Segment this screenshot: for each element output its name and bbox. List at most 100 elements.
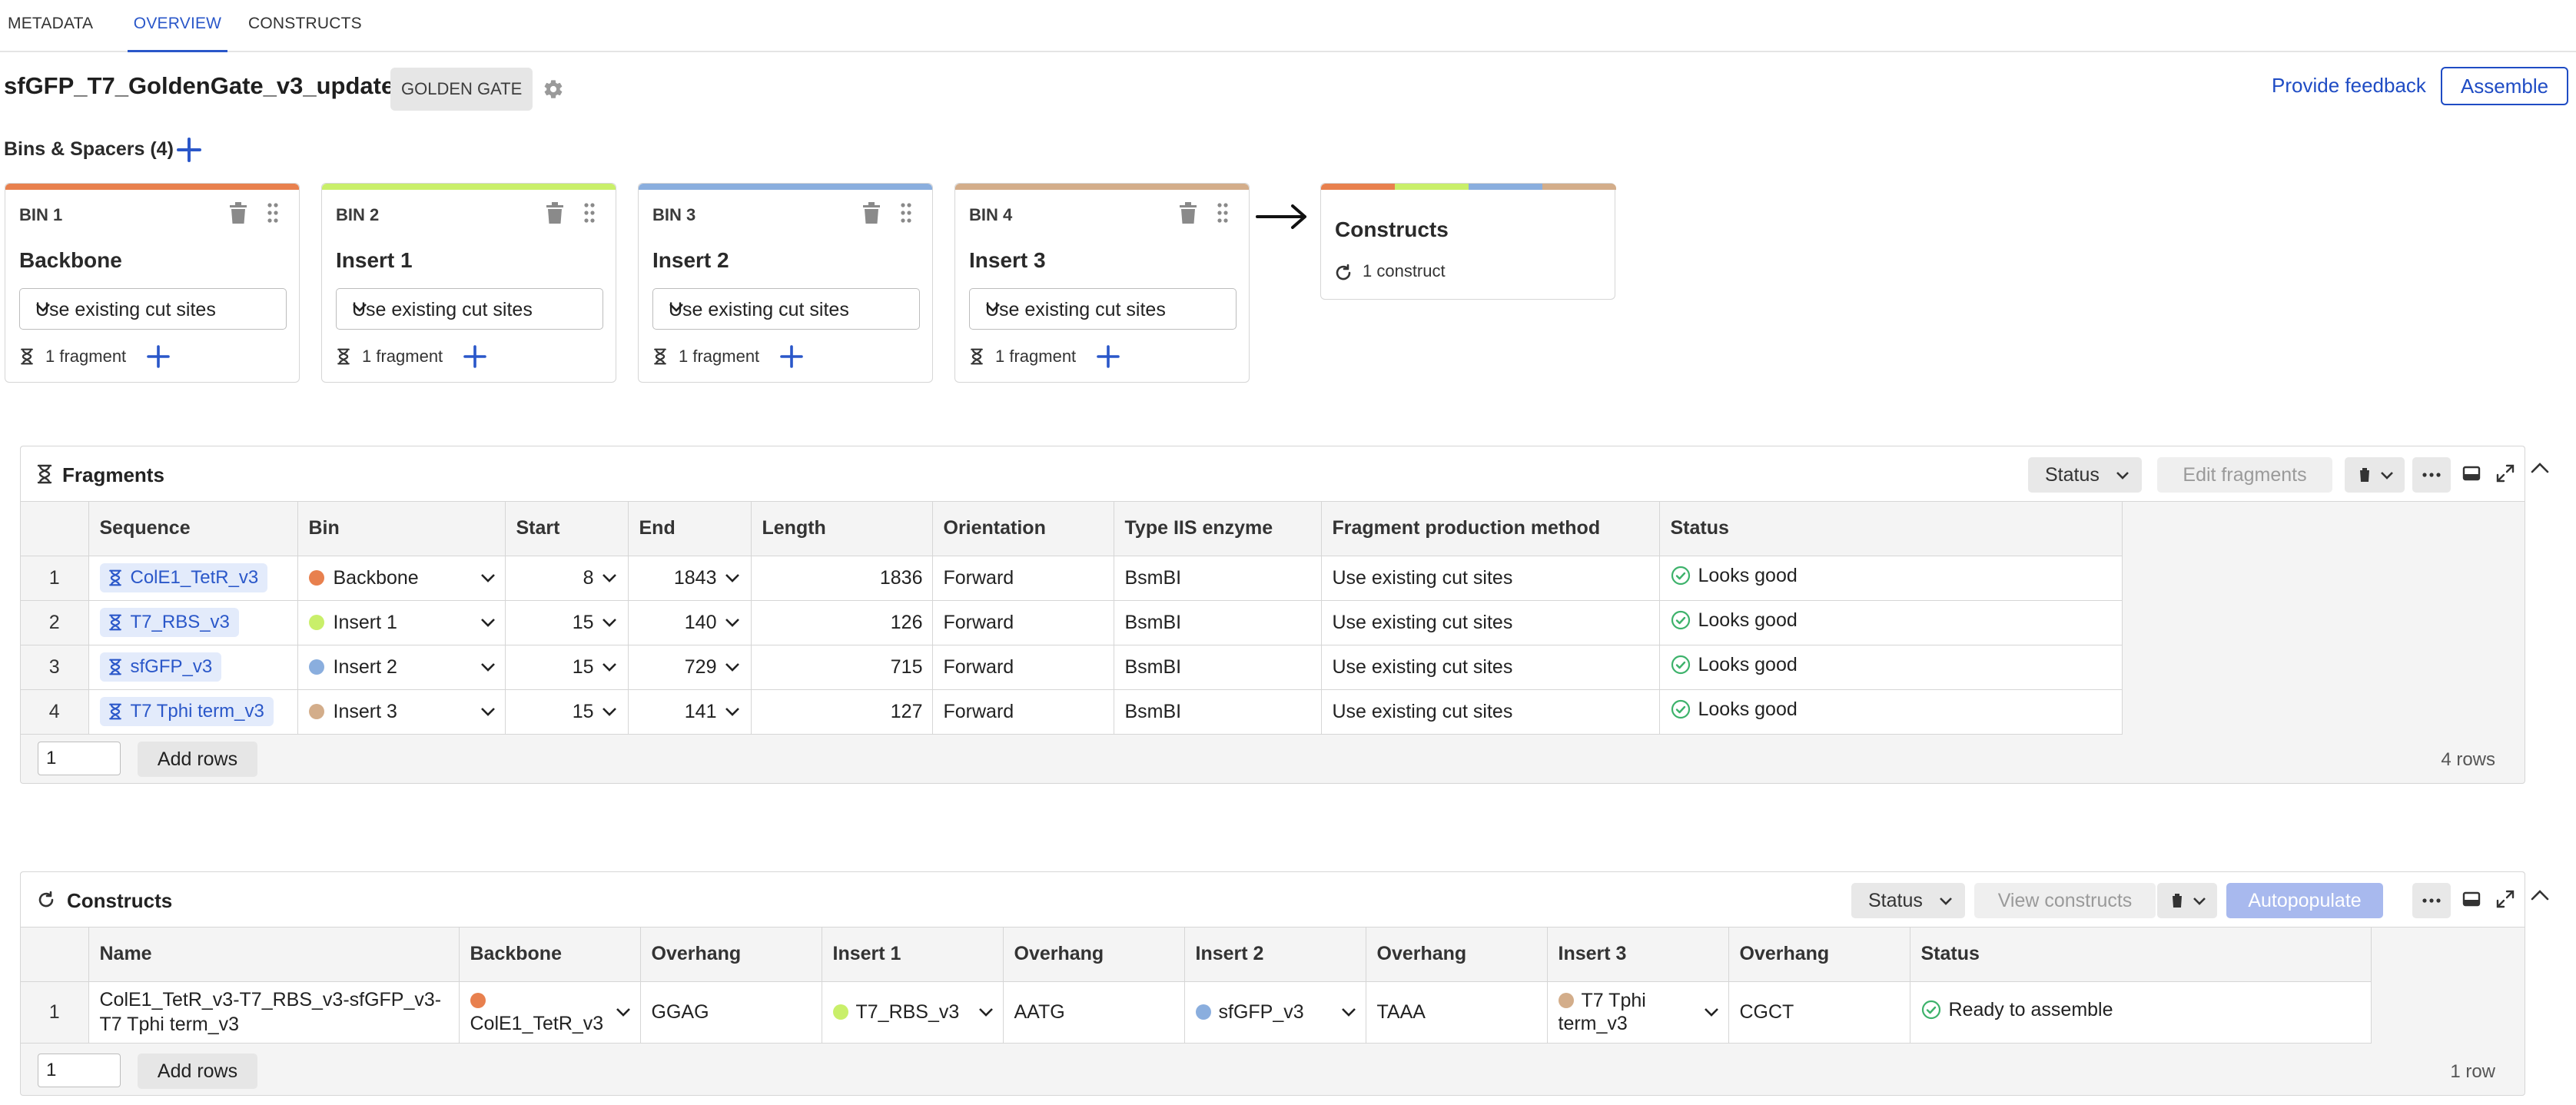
insert3-cell[interactable]: T7 Tphi term_v3: [1547, 981, 1729, 1044]
start-cell[interactable]: 15: [505, 600, 629, 645]
sequence-cell[interactable]: T7 Tphi term_v3: [88, 689, 298, 735]
fragments-status-button[interactable]: Status: [2028, 457, 2142, 493]
trash-icon[interactable]: [228, 202, 248, 225]
start-cell[interactable]: 15: [505, 689, 629, 735]
constructs-rows-input[interactable]: 1: [38, 1054, 121, 1087]
bin-card[interactable]: BIN 4 Insert 3 Use existing cut sites 1 …: [954, 183, 1250, 383]
bin-method-select[interactable]: Use existing cut sites: [19, 288, 287, 330]
trash-icon[interactable]: [1178, 202, 1198, 225]
column-header[interactable]: Sequence: [88, 502, 298, 556]
construct-name-cell[interactable]: ColE1_TetR_v3-T7_RBS_v3-sfGFP_v3-T7 Tphi…: [88, 981, 460, 1044]
column-header[interactable]: Fragment production method: [1321, 502, 1660, 556]
sequence-chip[interactable]: ColE1_TetR_v3: [99, 563, 268, 592]
orientation-cell[interactable]: Forward: [932, 689, 1114, 735]
dock-panel-icon[interactable]: [2461, 889, 2481, 909]
bin-cell[interactable]: Insert 1: [297, 600, 506, 645]
enzyme-cell[interactable]: BsmBI: [1114, 556, 1322, 601]
tab-metadata[interactable]: METADATA: [8, 0, 93, 52]
method-cell[interactable]: Use existing cut sites: [1321, 600, 1660, 645]
bin-card[interactable]: BIN 3 Insert 2 Use existing cut sites 1 …: [638, 183, 933, 383]
sequence-chip[interactable]: T7_RBS_v3: [99, 608, 239, 637]
sequence-chip[interactable]: sfGFP_v3: [99, 652, 222, 682]
column-header[interactable]: Status: [1910, 927, 2372, 982]
column-header[interactable]: End: [628, 502, 752, 556]
bin-method-select[interactable]: Use existing cut sites: [652, 288, 920, 330]
fragments-add-rows-button[interactable]: Add rows: [138, 742, 257, 777]
collapse-constructs-icon[interactable]: [2530, 888, 2550, 902]
column-header[interactable]: Status: [1659, 502, 2123, 556]
column-header[interactable]: Overhang: [1003, 927, 1185, 982]
gear-icon[interactable]: [543, 78, 564, 100]
column-header[interactable]: Overhang: [1728, 927, 1910, 982]
end-cell[interactable]: 729: [628, 645, 752, 690]
table-row[interactable]: 2 T7_RBS_v3 Insert 1 15 140 126 Forward …: [21, 600, 2123, 645]
sequence-cell[interactable]: sfGFP_v3: [88, 645, 298, 690]
start-cell[interactable]: 8: [505, 556, 629, 601]
constructs-status-button[interactable]: Status: [1851, 883, 1965, 918]
dock-panel-icon[interactable]: [2461, 463, 2481, 483]
trash-icon[interactable]: [861, 202, 881, 225]
constructs-more-button[interactable]: [2412, 883, 2451, 918]
constructs-add-rows-button[interactable]: Add rows: [138, 1054, 257, 1089]
drag-handle-icon[interactable]: [900, 202, 912, 224]
enzyme-cell[interactable]: BsmBI: [1114, 645, 1322, 690]
bin-card[interactable]: BIN 1 Backbone Use existing cut sites 1 …: [5, 183, 300, 383]
add-fragment-icon[interactable]: [462, 343, 488, 370]
insert1-cell[interactable]: T7_RBS_v3: [822, 981, 1004, 1044]
enzyme-cell[interactable]: BsmBI: [1114, 600, 1322, 645]
bin-cell[interactable]: Insert 2: [297, 645, 506, 690]
collapse-fragments-icon[interactable]: [2530, 461, 2550, 475]
end-cell[interactable]: 141: [628, 689, 752, 735]
bin-method-select[interactable]: Use existing cut sites: [336, 288, 603, 330]
column-header[interactable]: [21, 927, 89, 982]
bin-card[interactable]: BIN 2 Insert 1 Use existing cut sites 1 …: [321, 183, 616, 383]
expand-icon[interactable]: [2495, 463, 2515, 483]
add-fragment-icon[interactable]: [1095, 343, 1121, 370]
table-row[interactable]: 1 ColE1_TetR_v3-T7_RBS_v3-sfGFP_v3-T7 Tp…: [21, 981, 2372, 1044]
assemble-button[interactable]: Assemble: [2441, 67, 2568, 105]
end-cell[interactable]: 1843: [628, 556, 752, 601]
column-header[interactable]: Backbone: [459, 927, 641, 982]
backbone-cell[interactable]: ColE1_TetR_v3: [459, 981, 641, 1044]
constructs-card[interactable]: Constructs 1 construct: [1320, 183, 1616, 300]
autopopulate-button[interactable]: Autopopulate: [2226, 883, 2383, 918]
insert2-cell[interactable]: sfGFP_v3: [1184, 981, 1366, 1044]
column-header[interactable]: Orientation: [932, 502, 1114, 556]
enzyme-cell[interactable]: BsmBI: [1114, 689, 1322, 735]
column-header[interactable]: Bin: [297, 502, 506, 556]
constructs-delete-menu-button[interactable]: [2157, 883, 2217, 918]
column-header[interactable]: Overhang: [1366, 927, 1548, 982]
sequence-cell[interactable]: T7_RBS_v3: [88, 600, 298, 645]
table-row[interactable]: 4 T7 Tphi term_v3 Insert 3 15 141 127 Fo…: [21, 689, 2123, 735]
table-row[interactable]: 3 sfGFP_v3 Insert 2 15 729 715 Forward B…: [21, 645, 2123, 690]
sequence-chip[interactable]: T7 Tphi term_v3: [99, 697, 274, 726]
fragments-rows-input[interactable]: 1: [38, 742, 121, 775]
bin-method-select[interactable]: Use existing cut sites: [969, 288, 1237, 330]
sequence-cell[interactable]: ColE1_TetR_v3: [88, 556, 298, 601]
column-header[interactable]: Insert 3: [1547, 927, 1729, 982]
column-header[interactable]: Start: [505, 502, 629, 556]
trash-icon[interactable]: [545, 202, 565, 225]
add-fragment-icon[interactable]: [145, 343, 171, 370]
fragments-more-button[interactable]: [2412, 457, 2451, 493]
start-cell[interactable]: 15: [505, 645, 629, 690]
drag-handle-icon[interactable]: [583, 202, 596, 224]
column-header[interactable]: Insert 2: [1184, 927, 1366, 982]
method-cell[interactable]: Use existing cut sites: [1321, 645, 1660, 690]
column-header[interactable]: Overhang: [640, 927, 822, 982]
method-cell[interactable]: Use existing cut sites: [1321, 689, 1660, 735]
column-header[interactable]: [21, 502, 89, 556]
method-cell[interactable]: Use existing cut sites: [1321, 556, 1660, 601]
column-header[interactable]: Insert 1: [822, 927, 1004, 982]
expand-icon[interactable]: [2495, 889, 2515, 909]
tab-overview[interactable]: OVERVIEW: [128, 0, 227, 52]
orientation-cell[interactable]: Forward: [932, 600, 1114, 645]
add-bin-icon[interactable]: [174, 134, 204, 165]
column-header[interactable]: Length: [751, 502, 933, 556]
add-fragment-icon[interactable]: [778, 343, 805, 370]
drag-handle-icon[interactable]: [1217, 202, 1229, 224]
bin-cell[interactable]: Insert 3: [297, 689, 506, 735]
drag-handle-icon[interactable]: [267, 202, 279, 224]
bin-cell[interactable]: Backbone: [297, 556, 506, 601]
orientation-cell[interactable]: Forward: [932, 645, 1114, 690]
